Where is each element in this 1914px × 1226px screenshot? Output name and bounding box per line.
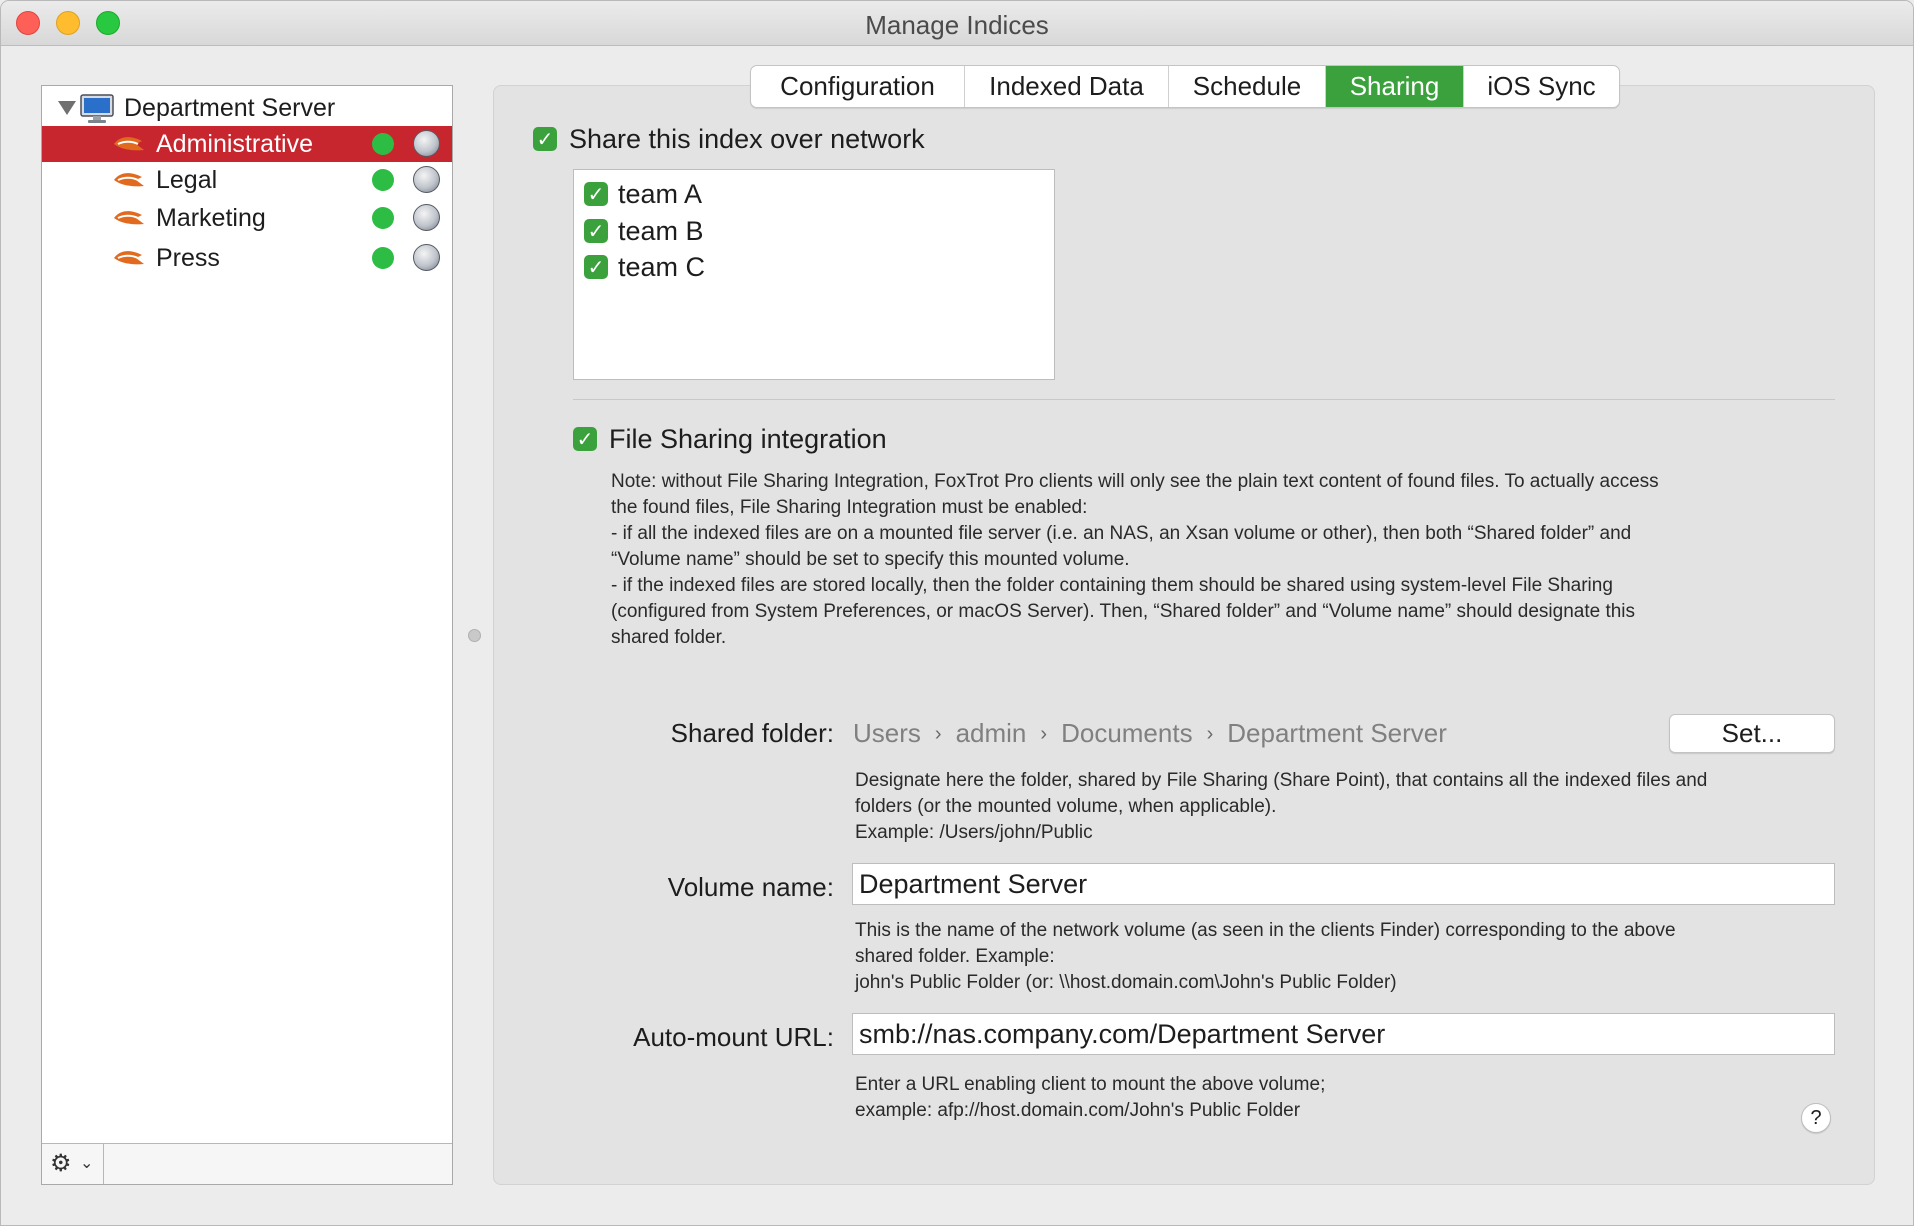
manage-indices-window: Manage Indices Department Server Adminis… bbox=[0, 0, 1914, 1226]
foxtrot-index-icon bbox=[114, 137, 144, 151]
note-line: - if the indexed files are stored locall… bbox=[611, 575, 1613, 596]
index-item-label: Press bbox=[156, 244, 220, 272]
tab-indexed-data[interactable]: Indexed Data bbox=[965, 66, 1169, 107]
team-label: team C bbox=[618, 252, 706, 282]
help-line: shared folder. Example: bbox=[855, 946, 1055, 967]
monitor-icon bbox=[80, 94, 114, 123]
volume-name-field[interactable]: Department Server bbox=[852, 863, 1835, 905]
action-menu-button[interactable]: ⚙ ⌄ bbox=[42, 1144, 104, 1184]
foxtrot-index-icon bbox=[114, 173, 144, 187]
note-line: Note: without File Sharing Integration, … bbox=[611, 471, 1659, 492]
list-item-team-b: ✓ team B bbox=[574, 215, 1054, 247]
status-indicator-icon bbox=[372, 133, 394, 155]
tree-root-department-server[interactable]: Department Server bbox=[42, 90, 452, 126]
team-access-list: ✓ team A ✓ team B ✓ team C bbox=[573, 169, 1055, 380]
note-line: shared folder. bbox=[611, 627, 727, 648]
section-divider bbox=[573, 399, 1835, 400]
volume-name-label: Volume name: bbox=[667, 872, 834, 902]
title-bar: Manage Indices bbox=[1, 1, 1913, 46]
help-line: john's Public Folder (or: \\host.domain.… bbox=[855, 972, 1397, 993]
index-item-administrative[interactable]: Administrative bbox=[42, 126, 452, 162]
path-separator-icon: › bbox=[1206, 723, 1214, 745]
share-index-checkbox[interactable]: ✓ bbox=[533, 127, 557, 151]
index-item-label: Marketing bbox=[156, 204, 266, 232]
chevron-down-icon: ⌄ bbox=[80, 1155, 94, 1172]
split-view-divider-handle[interactable] bbox=[468, 629, 481, 642]
tab-configuration[interactable]: Configuration bbox=[751, 66, 965, 107]
file-sharing-integration-label: File Sharing integration bbox=[609, 424, 887, 454]
help-line: Example: /Users/john/Public bbox=[855, 822, 1093, 843]
note-line: (configured from System Preferences, or … bbox=[611, 601, 1636, 622]
team-c-checkbox[interactable]: ✓ bbox=[584, 255, 608, 279]
help-line: folders (or the mounted volume, when app… bbox=[855, 796, 1277, 817]
sidebar-footer: ⚙ ⌄ bbox=[42, 1143, 452, 1184]
volume-name-help: This is the name of the network volume (… bbox=[855, 918, 1676, 996]
auto-mount-url-field[interactable]: smb://nas.company.com/Department Server bbox=[852, 1013, 1835, 1055]
tab-schedule[interactable]: Schedule bbox=[1169, 66, 1326, 107]
help-line: Enter a URL enabling client to mount the… bbox=[855, 1074, 1326, 1095]
share-index-label: Share this index over network bbox=[569, 124, 925, 154]
help-line: example: afp://host.domain.com/John's Pu… bbox=[855, 1100, 1301, 1121]
auto-mount-help: Enter a URL enabling client to mount the… bbox=[855, 1072, 1325, 1124]
foxtrot-index-icon bbox=[114, 251, 144, 265]
index-item-legal[interactable]: Legal bbox=[42, 162, 452, 198]
index-item-label: Legal bbox=[156, 166, 218, 194]
help-button[interactable]: ? bbox=[1801, 1103, 1831, 1133]
team-label: team A bbox=[618, 179, 703, 209]
disclosure-triangle-icon[interactable] bbox=[58, 101, 76, 115]
network-share-globe-icon bbox=[413, 166, 440, 193]
file-sharing-integration-checkbox[interactable]: ✓ bbox=[573, 427, 597, 451]
network-share-globe-icon bbox=[413, 204, 440, 231]
indices-sidebar: Department Server Administrative Legal M… bbox=[41, 85, 453, 1185]
note-line: the found files, File Sharing Integratio… bbox=[611, 497, 1088, 518]
network-share-globe-icon bbox=[413, 130, 440, 157]
auto-mount-url-label: Auto-mount URL: bbox=[633, 1022, 834, 1052]
status-indicator-icon bbox=[372, 169, 394, 191]
list-item-team-a: ✓ team A bbox=[574, 178, 1054, 210]
window-title: Manage Indices bbox=[865, 10, 1049, 40]
status-indicator-icon bbox=[372, 207, 394, 229]
path-segment[interactable]: admin bbox=[956, 718, 1027, 748]
index-item-marketing[interactable]: Marketing bbox=[42, 200, 452, 236]
path-segment[interactable]: Department Server bbox=[1227, 718, 1447, 748]
network-share-globe-icon bbox=[413, 244, 440, 271]
help-line: This is the name of the network volume (… bbox=[855, 920, 1676, 941]
foxtrot-index-icon bbox=[114, 211, 144, 225]
tree-root-label: Department Server bbox=[124, 94, 336, 122]
list-item-team-c: ✓ team C bbox=[574, 251, 1054, 283]
tab-sharing[interactable]: Sharing bbox=[1326, 66, 1464, 107]
gear-icon: ⚙ bbox=[50, 1150, 72, 1177]
path-separator-icon: › bbox=[1040, 723, 1048, 745]
team-label: team B bbox=[618, 216, 704, 246]
team-a-checkbox[interactable]: ✓ bbox=[584, 182, 608, 206]
help-line: Designate here the folder, shared by Fil… bbox=[855, 770, 1708, 791]
index-item-label: Administrative bbox=[156, 130, 313, 158]
shared-folder-label: Shared folder: bbox=[670, 718, 834, 748]
shared-folder-path-control[interactable]: Users › admin › Documents › Department Server bbox=[853, 717, 1447, 752]
tab-bar: Configuration Indexed Data Schedule Shar… bbox=[750, 65, 1620, 108]
tab-ios-sync[interactable]: iOS Sync bbox=[1464, 66, 1619, 107]
path-segment[interactable]: Users bbox=[853, 718, 921, 748]
team-b-checkbox[interactable]: ✓ bbox=[584, 219, 608, 243]
file-sharing-note: Note: without File Sharing Integration, … bbox=[611, 469, 1659, 651]
note-line: - if all the indexed files are on a moun… bbox=[611, 523, 1632, 544]
note-line: “Volume name” should be set to specify t… bbox=[611, 549, 1130, 570]
set-shared-folder-button[interactable]: Set... bbox=[1669, 714, 1835, 753]
index-item-press[interactable]: Press bbox=[42, 240, 452, 276]
shared-folder-help: Designate here the folder, shared by Fil… bbox=[855, 768, 1707, 846]
path-separator-icon: › bbox=[934, 723, 942, 745]
status-indicator-icon bbox=[372, 247, 394, 269]
path-segment[interactable]: Documents bbox=[1061, 718, 1193, 748]
